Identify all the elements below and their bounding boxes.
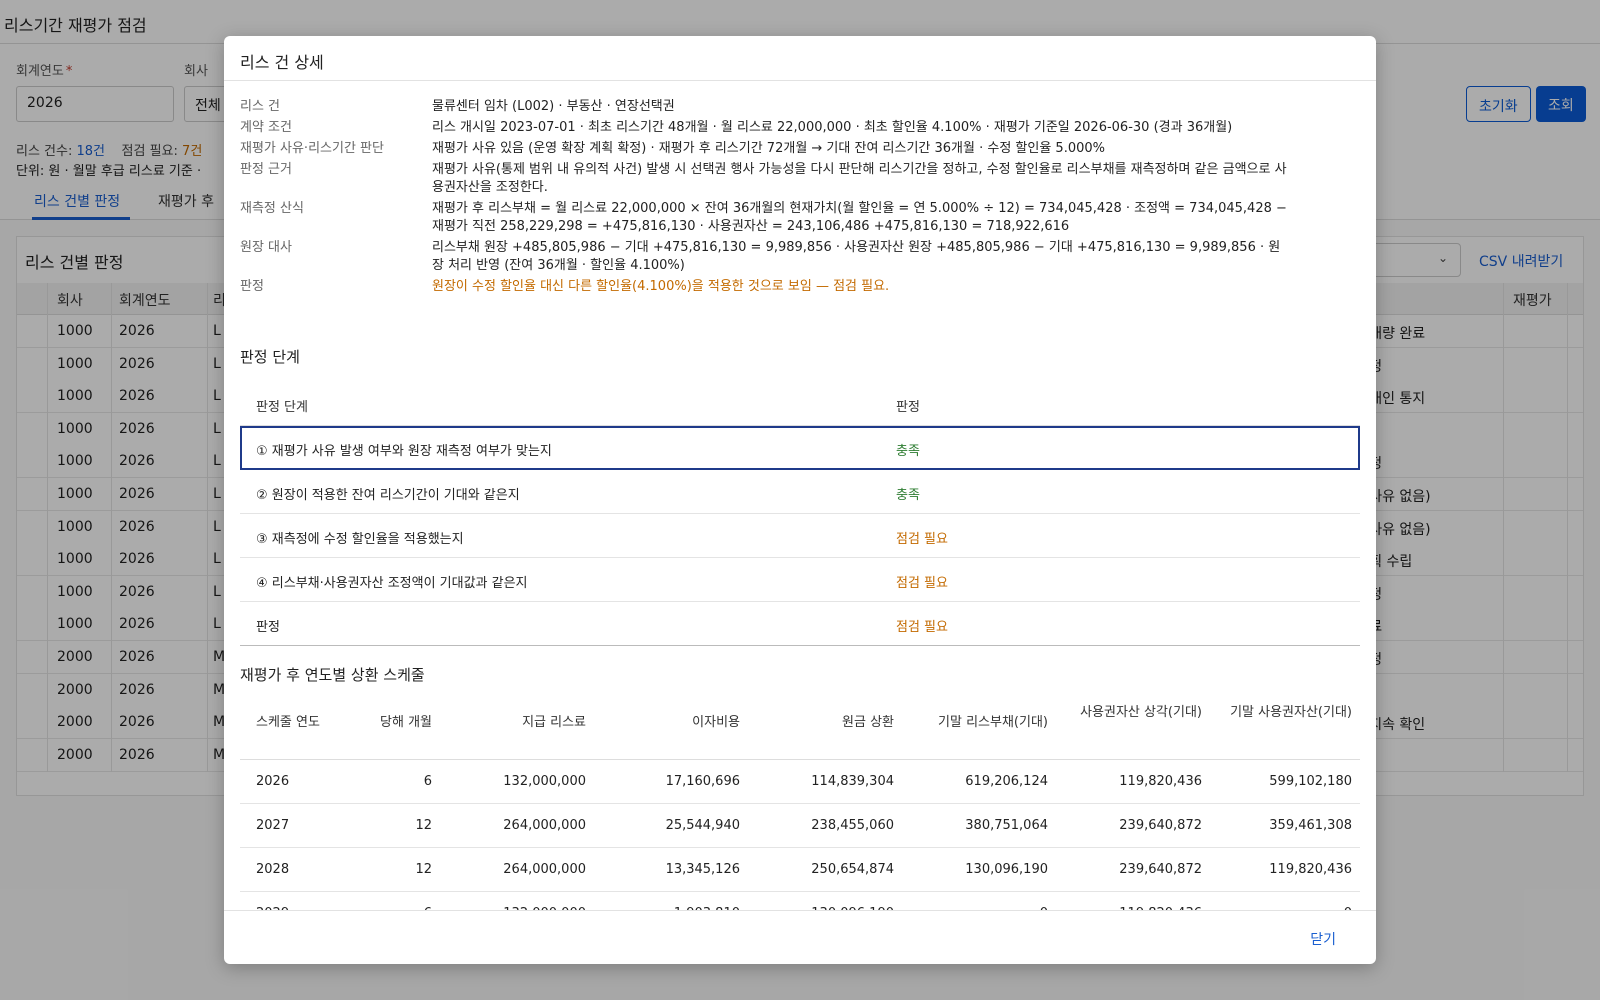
modal-footer: 닫기 [224, 910, 1376, 964]
detail-value: 물류센터 임차 (L002) · 부동산 · 연장선택권 [432, 99, 675, 114]
lease-detail-list: 리스 건 물류센터 임차 (L002) · 부동산 · 연장선택권 계약 조건 … [240, 98, 1360, 299]
step-row[interactable]: ④ 리스부채·사용권자산 조정액이 기대값과 같은지 점검 필요 [240, 558, 1360, 602]
step-result-warn: 점검 필요 [896, 620, 948, 635]
cell-interest: 25,544,940 [665, 818, 740, 833]
cell-payment: 132,000,000 [503, 774, 586, 789]
cell-year: 2027 [256, 818, 290, 833]
step-label: ④ 리스부채·사용권자산 조정액이 기대값과 같은지 [256, 576, 528, 591]
detail-key: 리스 건 [240, 99, 281, 114]
detail-row-basis: 판정 근거 재평가 사유(통제 범위 내 유의적 사건) 발생 시 선택권 행사… [240, 161, 1360, 197]
cell-ending-liability: 619,206,124 [965, 774, 1048, 789]
step-label: ② 원장이 적용한 잔여 리스기간이 기대와 같은지 [256, 488, 520, 503]
col-step: 판정 단계 [256, 400, 308, 415]
steps-table: 판정 단계 판정 ① 재평가 사유 발생 여부와 원장 재측정 여부가 맞는지 … [240, 382, 1360, 646]
step-result-warn: 점검 필요 [896, 532, 948, 547]
col-schedule-year: 스케줄 연도 [256, 715, 320, 730]
col-lease-payment: 지급 리스료 [522, 715, 586, 730]
col-result: 판정 [896, 400, 920, 415]
cell-ending-rou-asset: 119,820,436 [1269, 862, 1352, 877]
detail-key: 원장 대사 [240, 240, 292, 255]
cell-depreciation: 239,640,872 [1119, 818, 1202, 833]
step-label: ③ 재측정에 수정 할인율을 적용했는지 [256, 532, 464, 547]
cell-months: 12 [415, 818, 432, 833]
steps-table-header: 판정 단계 판정 [240, 382, 1360, 426]
col-interest: 이자비용 [692, 715, 740, 730]
detail-value-warning: 원장이 수정 할인율 대신 다른 할인율(4.100%)을 적용한 것으로 보임… [432, 279, 890, 294]
step-row[interactable]: ③ 재측정에 수정 할인율을 적용했는지 점검 필요 [240, 514, 1360, 558]
col-depreciation: 사용권자산 상각(기대) [1080, 705, 1202, 720]
detail-value: 리스 개시일 2023-07-01 · 최초 리스기간 48개월 · 월 리스료… [432, 120, 1233, 135]
step-label: 판정 [256, 620, 280, 635]
cell-months: 6 [423, 774, 432, 789]
detail-key: 계약 조건 [240, 120, 292, 135]
step-result-warn: 점검 필요 [896, 576, 948, 591]
schedule-table-header: 스케줄 연도 당해 개월 지급 리스료 이자비용 원금 상환 기말 리스부채(기… [240, 690, 1360, 760]
steps-section-title: 판정 단계 [240, 348, 300, 366]
cell-principal: 250,654,874 [811, 862, 894, 877]
cell-months: 12 [415, 862, 432, 877]
cell-ending-liability: 130,096,190 [965, 862, 1048, 877]
step-row-final[interactable]: 판정 점검 필요 [240, 602, 1360, 646]
close-button[interactable]: 닫기 [1310, 929, 1336, 949]
col-months: 당해 개월 [380, 715, 432, 730]
col-ending-liability: 기말 리스부채(기대) [938, 715, 1048, 730]
detail-row-reconciliation: 원장 대사 리스부채 원장 +485,805,986 − 기대 +475,816… [240, 239, 1360, 275]
detail-key: 판정 [240, 279, 264, 294]
cell-payment: 264,000,000 [503, 862, 586, 877]
schedule-table: 스케줄 연도 당해 개월 지급 리스료 이자비용 원금 상환 기말 리스부채(기… [240, 690, 1360, 910]
detail-value: 재평가 후 리스부채 = 월 리스료 22,000,000 × 잔여 36개월의… [432, 201, 1287, 234]
schedule-row: 2027 12 264,000,000 25,544,940 238,455,060 38… [240, 804, 1360, 848]
cell-depreciation: 119,820,436 [1119, 774, 1202, 789]
cell-payment: 264,000,000 [503, 818, 586, 833]
detail-value: 재평가 사유 있음 (운영 확장 계획 확정) · 재평가 후 리스기간 72개… [432, 141, 1106, 156]
step-label: ① 재평가 사유 발생 여부와 원장 재측정 여부가 맞는지 [256, 444, 552, 459]
schedule-row: 2026 6 132,000,000 17,160,696 114,839,304 619… [240, 760, 1360, 804]
detail-key: 재측정 산식 [240, 201, 304, 216]
detail-row-formula: 재측정 산식 재평가 후 리스부채 = 월 리스료 22,000,000 × 잔… [240, 200, 1360, 236]
cell-year: 2026 [256, 774, 290, 789]
cell-principal: 114,839,304 [811, 774, 894, 789]
detail-row-reason: 재평가 사유·리스기간 판단 재평가 사유 있음 (운영 확장 계획 확정) ·… [240, 140, 1360, 158]
detail-value: 재평가 사유(통제 범위 내 유의적 사건) 발생 시 선택권 행사 가능성을 … [432, 162, 1287, 195]
step-result-ok: 충족 [896, 488, 920, 503]
detail-value: 리스부채 원장 +485,805,986 − 기대 +475,816,130 =… [432, 240, 1281, 273]
detail-key: 판정 근거 [240, 162, 292, 177]
cell-year: 2028 [256, 862, 290, 877]
col-principal: 원금 상환 [842, 715, 894, 730]
detail-row-lease: 리스 건 물류센터 임차 (L002) · 부동산 · 연장선택권 [240, 98, 1360, 116]
schedule-section-title: 재평가 후 연도별 상환 스케줄 [240, 666, 425, 684]
lease-detail-modal: 리스 건 상세 리스 건 물류센터 임차 (L002) · 부동산 · 연장선택… [224, 36, 1376, 964]
cell-interest: 17,160,696 [665, 774, 740, 789]
step-row[interactable]: ② 원장이 적용한 잔여 리스기간이 기대와 같은지 충족 [240, 470, 1360, 514]
schedule-row: 20296132,000,0001,903,810130,096,1900119… [240, 892, 1360, 910]
col-ending-rou-asset: 기말 사용권자산(기대) [1230, 705, 1352, 720]
detail-row-verdict: 판정 원장이 수정 할인율 대신 다른 할인율(4.100%)을 적용한 것으로… [240, 278, 1360, 296]
step-result-ok: 충족 [896, 444, 920, 459]
modal-title: 리스 건 상세 [240, 53, 324, 72]
cell-ending-rou-asset: 599,102,180 [1269, 774, 1352, 789]
detail-row-terms: 계약 조건 리스 개시일 2023-07-01 · 최초 리스기간 48개월 ·… [240, 119, 1360, 137]
schedule-row: 2028 12 264,000,000 13,345,126 250,654,874 13… [240, 848, 1360, 892]
detail-key: 재평가 사유·리스기간 판단 [240, 141, 384, 156]
cell-ending-liability: 380,751,064 [965, 818, 1048, 833]
modal-body: 리스 건 물류센터 임차 (L002) · 부동산 · 연장선택권 계약 조건 … [240, 82, 1360, 910]
cell-interest: 13,345,126 [665, 862, 740, 877]
cell-ending-rou-asset: 359,461,308 [1269, 818, 1352, 833]
modal-header: 리스 건 상세 [224, 36, 1376, 81]
cell-depreciation: 239,640,872 [1119, 862, 1202, 877]
step-row-selected[interactable]: ① 재평가 사유 발생 여부와 원장 재측정 여부가 맞는지 충족 [240, 426, 1360, 470]
cell-principal: 238,455,060 [811, 818, 894, 833]
